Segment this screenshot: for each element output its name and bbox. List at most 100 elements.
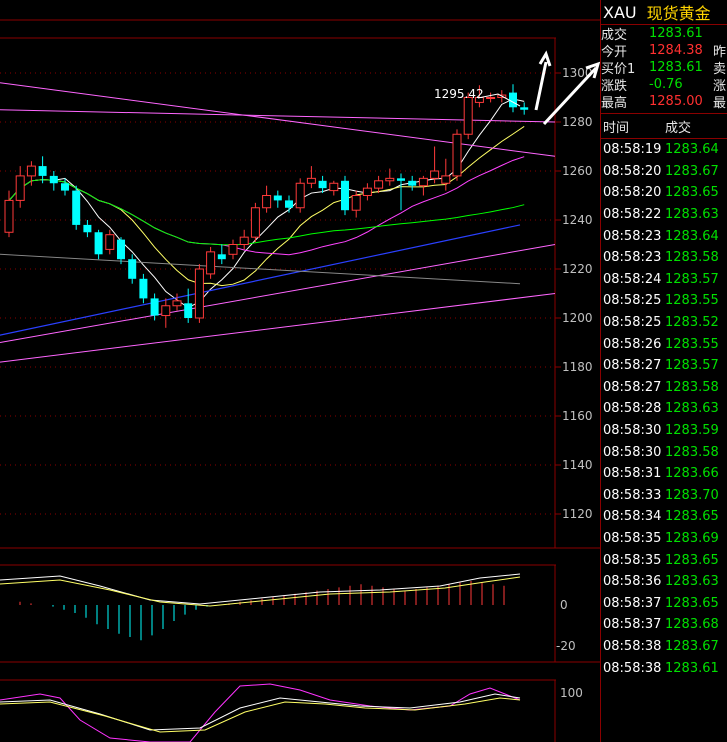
trade-price: 1283.59 — [665, 423, 719, 439]
timesales-row[interactable]: 08:58:19 1283.64 — [601, 139, 727, 161]
trade-time: 08:58:26 — [603, 336, 662, 352]
trade-price: 1283.66 — [665, 466, 719, 482]
timesales-row[interactable]: 08:58:27 1283.58 — [601, 377, 727, 399]
timesales-list[interactable]: 08:58:19 1283.64 08:58:20 1283.67 08:58:20 12… — [601, 139, 727, 679]
timesales-row[interactable]: 08:58:27 1283.57 — [601, 355, 727, 377]
timesales-row[interactable]: 08:58:20 1283.67 — [601, 161, 727, 183]
timesales-row[interactable]: 08:58:33 1283.70 — [601, 485, 727, 507]
high-price-label: 1295.42 — [434, 87, 484, 101]
quote-panel: XAU 现货黄金 成交 1283.61 今开 1284.38 昨买价1 1283.61 卖涨… — [600, 0, 727, 742]
kdj-panel: 100 — [0, 683, 583, 742]
trade-price: 1283.67 — [665, 638, 719, 654]
candle-body-up — [362, 187, 372, 196]
trade-time: 08:58:36 — [603, 574, 662, 590]
trade-price: 1283.65 — [665, 509, 719, 525]
annotation-arrow-1 — [534, 50, 552, 111]
symbol-code[interactable]: XAU — [603, 3, 637, 22]
candle-body-up — [26, 165, 36, 177]
trade-price: 1283.68 — [665, 617, 719, 633]
trade-time: 08:58:24 — [603, 271, 662, 287]
timesales-header-time: 时间 — [603, 120, 630, 136]
candle-body-up — [486, 97, 496, 99]
candle-body-down — [117, 239, 125, 260]
quote-side-label: 最 — [713, 96, 727, 111]
timesales-header: 时间 成交 — [601, 114, 727, 139]
quote-label: 最高 — [601, 96, 628, 111]
trade-time: 08:58:30 — [603, 423, 662, 439]
candle-body-up — [250, 207, 260, 238]
timesales-row[interactable]: 08:58:25 1283.52 — [601, 312, 727, 334]
timesales-row[interactable]: 08:58:35 1283.69 — [601, 528, 727, 550]
trade-time: 08:58:23 — [603, 250, 662, 266]
trade-time: 08:58:37 — [603, 595, 662, 611]
price-tick-label: 1280 — [562, 115, 593, 129]
timesales-row[interactable]: 08:58:28 1283.63 — [601, 398, 727, 420]
candles — [4, 84, 529, 328]
timesales-row[interactable]: 08:58:35 1283.65 — [601, 549, 727, 571]
quote-value: 1285.00 — [649, 94, 703, 109]
quote-row: 买价1 1283.61 卖 — [601, 59, 727, 77]
candle-body-up — [385, 177, 395, 182]
timesales-row[interactable]: 08:58:24 1283.57 — [601, 269, 727, 291]
candle-body-up — [15, 175, 25, 201]
timesales-row[interactable]: 08:58:37 1283.68 — [601, 614, 727, 636]
timesales-row[interactable]: 08:58:26 1283.55 — [601, 333, 727, 355]
quote-row: 成交 1283.61 — [601, 25, 727, 43]
timesales-row[interactable]: 08:58:34 1283.65 — [601, 506, 727, 528]
candle-body-down — [49, 175, 58, 184]
candle-body-down — [72, 190, 81, 225]
timesales-row[interactable]: 08:58:23 1283.64 — [601, 225, 727, 247]
candle-body-down — [273, 195, 282, 201]
candle-body-down — [341, 180, 349, 211]
trade-time: 08:58:38 — [603, 660, 662, 676]
trade-price: 1283.58 — [665, 379, 719, 395]
timesales-row[interactable]: 08:58:20 1283.65 — [601, 182, 727, 204]
quote-row: 涨跌 -0.76 涨 — [601, 76, 727, 94]
trade-price: 1283.64 — [665, 228, 719, 244]
timesales-row[interactable]: 08:58:38 1283.61 — [601, 657, 727, 679]
candle-body-up — [239, 236, 249, 245]
macd-tick-label: 0 — [560, 598, 568, 612]
trade-price: 1283.58 — [665, 250, 719, 266]
trade-time: 08:58:27 — [603, 358, 662, 374]
timesales-row[interactable]: 08:58:23 1283.58 — [601, 247, 727, 269]
trade-time: 08:58:20 — [603, 163, 662, 179]
candle-body-down — [217, 254, 226, 260]
trade-time: 08:58:38 — [603, 638, 662, 654]
candle-body-up — [430, 170, 440, 179]
trade-price: 1283.69 — [665, 530, 719, 546]
trade-price: 1283.55 — [665, 293, 719, 309]
timesales-row[interactable]: 08:58:37 1283.65 — [601, 592, 727, 614]
macd-panel: 0 -20 — [0, 573, 576, 653]
quote-rows: 成交 1283.61 今开 1284.38 昨买价1 1283.61 卖涨跌 -0.76 涨最高… — [601, 25, 727, 111]
timesales-row[interactable]: 08:58:25 1283.55 — [601, 290, 727, 312]
trade-price: 1283.67 — [665, 163, 719, 179]
candlestick-chart[interactable]: 1300128012601240122012001180116011401120… — [0, 0, 600, 742]
timesales-row[interactable]: 08:58:36 1283.63 — [601, 571, 727, 593]
price-tick-label: 1160 — [562, 409, 593, 423]
timesales-row[interactable]: 08:58:30 1283.58 — [601, 441, 727, 463]
candle-body-down — [509, 92, 517, 108]
candle-body-up — [161, 305, 171, 317]
trade-time: 08:58:25 — [603, 293, 662, 309]
symbol-name: 现货黄金 — [646, 4, 711, 23]
price-tick-label: 1220 — [562, 262, 593, 276]
timesales-row[interactable]: 08:58:30 1283.59 — [601, 420, 727, 442]
candle-body-up — [306, 177, 316, 184]
price-axis: 1300128012601240122012001180116011401120 — [555, 66, 593, 521]
timesales-row[interactable]: 08:58:31 1283.66 — [601, 463, 727, 485]
trade-time: 08:58:28 — [603, 401, 662, 417]
candle-body-down — [128, 259, 137, 279]
candle-body-up — [452, 133, 462, 177]
timesales-row[interactable]: 08:58:22 1283.63 — [601, 204, 727, 226]
quote-header: XAU 现货黄金 — [601, 0, 727, 25]
candle-body-down — [38, 166, 47, 176]
candle-body-up — [295, 182, 305, 209]
timesales-row[interactable]: 08:58:38 1283.67 — [601, 636, 727, 658]
trend-line-gray — [0, 253, 521, 285]
trade-price: 1283.57 — [665, 271, 719, 287]
annotations: 1295.42 — [434, 50, 600, 126]
trade-price: 1283.63 — [665, 574, 719, 590]
candle-body-down — [139, 278, 148, 299]
trade-price: 1283.64 — [665, 142, 719, 158]
